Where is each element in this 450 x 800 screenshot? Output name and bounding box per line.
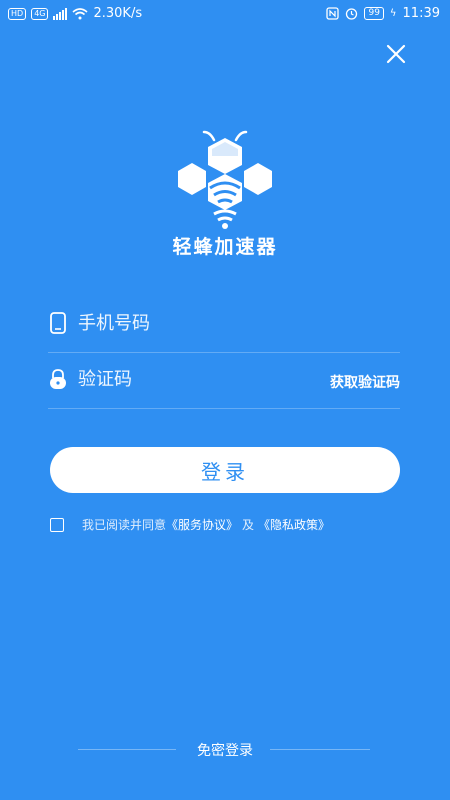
signal-icon <box>53 7 68 20</box>
privacy-policy-link[interactable]: 《隐私政策》 <box>258 516 330 533</box>
signal-label: 4G <box>31 7 49 20</box>
agree-checkbox[interactable] <box>50 517 64 532</box>
app-name: 轻蜂加速器 <box>172 236 278 258</box>
code-field: 获取验证码 <box>48 352 400 409</box>
alarm-icon <box>346 8 358 20</box>
wifi-icon <box>72 7 89 19</box>
login-button[interactable]: 登录 <box>50 447 400 493</box>
phone-field <box>48 296 400 353</box>
footer: 免密登录 <box>0 740 450 760</box>
agreement-row: 我已阅读并同意 《服务协议》 及 《隐私政策》 <box>50 516 330 533</box>
charging-icon: ϟ <box>389 8 397 19</box>
bee-logo-icon <box>178 130 272 229</box>
network-badge: HD <box>8 7 27 20</box>
phone-icon <box>50 312 66 334</box>
phone-input[interactable] <box>78 306 318 340</box>
divider-right <box>270 749 370 750</box>
agreement-prefix: 我已阅读并同意 <box>82 518 167 532</box>
network-speed: 2.30K/s <box>93 6 143 21</box>
code-input[interactable] <box>78 362 318 396</box>
battery-level: 99 <box>368 8 380 18</box>
battery-icon: 99 <box>364 7 384 20</box>
passwordless-login-link[interactable]: 免密登录 <box>0 740 450 760</box>
nfc-icon <box>326 7 340 20</box>
service-agreement-link[interactable]: 《服务协议》 <box>166 516 238 533</box>
get-code-button[interactable]: 获取验证码 <box>330 372 400 392</box>
status-bar: HD 4G 2.30K/s 99 ϟ 11:39 <box>0 0 450 28</box>
agreement-joiner: 及 <box>242 518 255 532</box>
close-icon[interactable] <box>384 42 408 66</box>
clock: 11:39 <box>402 6 440 21</box>
lock-icon <box>50 369 66 389</box>
